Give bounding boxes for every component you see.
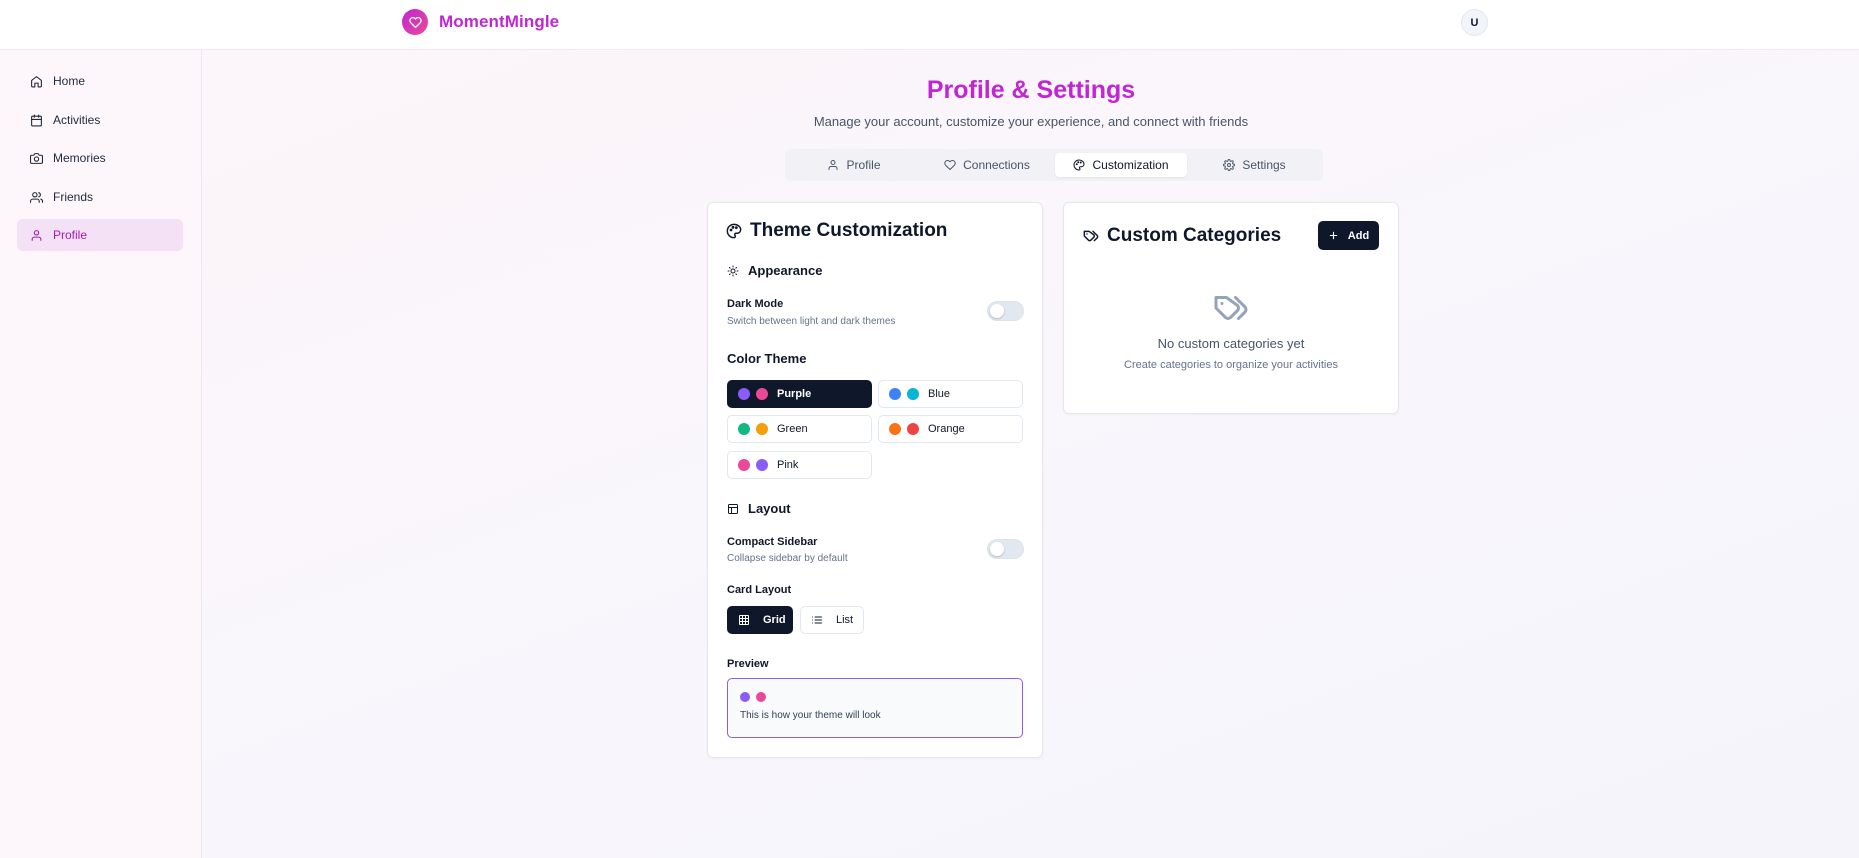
- theme-option-label: Pink: [777, 459, 799, 471]
- tab-label: Connections: [963, 158, 1030, 172]
- appearance-heading-text: Appearance: [748, 263, 823, 278]
- color-swatch: [756, 423, 768, 435]
- theme-option-green[interactable]: Green: [727, 415, 872, 443]
- preview-label: Preview: [727, 658, 769, 670]
- page-title: Profile & Settings: [926, 76, 1136, 104]
- add-button-label: Add: [1347, 229, 1370, 242]
- sidebar-item-label: Friends: [53, 190, 94, 204]
- tab-settings[interactable]: Settings: [1190, 153, 1319, 177]
- color-swatch: [756, 388, 768, 400]
- theme-option-pink[interactable]: Pink: [727, 451, 872, 479]
- user-icon: [828, 160, 838, 170]
- color-swatch: [889, 423, 901, 435]
- brand[interactable]: MomentMingle: [402, 9, 559, 35]
- main-content: Profile & Settings Manage your account, …: [203, 51, 1859, 858]
- tab-label: Customization: [1092, 158, 1169, 172]
- theme-option-label: Green: [777, 423, 808, 435]
- compact-sidebar-toggle[interactable]: [987, 539, 1024, 559]
- sidebar-item-label: Activities: [53, 113, 101, 127]
- empty-state-description: Create categories to organize your activ…: [1124, 359, 1338, 371]
- home-icon: [31, 75, 42, 87]
- palette-icon: [726, 223, 742, 239]
- layout-list-button[interactable]: List: [800, 606, 864, 634]
- color-swatch: [738, 423, 750, 435]
- sidebar-item-profile[interactable]: Profile: [17, 219, 183, 251]
- plus-icon: [1329, 231, 1338, 240]
- preview-dot: [756, 692, 766, 702]
- theme-option-label: Purple: [777, 388, 812, 400]
- tab-label: Profile: [846, 158, 881, 172]
- theme-option-purple[interactable]: Purple: [727, 380, 872, 408]
- user-avatar[interactable]: U: [1461, 9, 1488, 36]
- sidebar: Home Activities Memories Friends Profile: [0, 50, 202, 858]
- preview-text: This is how your theme will look: [740, 710, 881, 721]
- app-name: MomentMingle: [439, 12, 560, 31]
- theme-card-title-text: Theme Customization: [750, 220, 948, 241]
- sidebar-item-label: Profile: [53, 228, 88, 242]
- add-category-button[interactable]: Add: [1318, 221, 1379, 250]
- heart-icon: [944, 159, 956, 170]
- tab-customization[interactable]: Customization: [1055, 153, 1187, 177]
- theme-option-orange[interactable]: Orange: [878, 415, 1023, 443]
- layout-icon: [728, 503, 738, 514]
- tab-profile[interactable]: Profile: [789, 153, 919, 177]
- custom-categories-card: Custom Categories Add No custom categori…: [1063, 202, 1399, 414]
- users-icon: [30, 191, 43, 203]
- tags-empty-icon: [1214, 296, 1248, 320]
- tags-icon: [1083, 230, 1099, 242]
- theme-customization-card: Theme Customization Appearance Dark Mode…: [707, 202, 1043, 758]
- color-swatch: [756, 459, 768, 471]
- sidebar-item-label: Memories: [53, 151, 106, 165]
- list-icon: [812, 616, 822, 624]
- user-icon: [31, 229, 42, 241]
- color-swatch: [907, 423, 919, 435]
- sidebar-item-label: Home: [53, 74, 86, 88]
- gear-icon: [1223, 159, 1236, 171]
- theme-option-label: Orange: [928, 423, 965, 435]
- tab-label: Settings: [1242, 158, 1286, 172]
- compact-sidebar-description: Collapse sidebar by default: [727, 553, 848, 564]
- sidebar-item-friends[interactable]: Friends: [17, 181, 183, 213]
- layout-heading-text: Layout: [748, 501, 791, 516]
- sidebar-item-memories[interactable]: Memories: [17, 142, 183, 174]
- dark-mode-label: Dark Mode: [727, 298, 784, 310]
- layout-grid-button[interactable]: Grid: [727, 606, 793, 634]
- sidebar-item-activities[interactable]: Activities: [17, 104, 183, 136]
- calendar-icon: [31, 114, 42, 126]
- appearance-heading: Appearance: [727, 263, 822, 278]
- settings-tabs: Profile Connections Customization Settin…: [785, 149, 1323, 181]
- tab-connections[interactable]: Connections: [922, 153, 1052, 177]
- palette-icon: [1074, 159, 1085, 171]
- layout-list-label: List: [836, 614, 854, 626]
- preview-dot: [740, 692, 750, 702]
- grid-icon: [739, 615, 749, 625]
- card-layout-label: Card Layout: [727, 584, 792, 596]
- color-swatch: [907, 388, 919, 400]
- theme-option-label: Blue: [928, 388, 951, 400]
- empty-state-title: No custom categories yet: [1157, 336, 1305, 351]
- theme-option-blue[interactable]: Blue: [878, 380, 1023, 408]
- sidebar-item-home[interactable]: Home: [17, 65, 183, 97]
- color-swatch: [889, 388, 901, 400]
- color-theme-heading: Color Theme: [727, 351, 807, 366]
- categories-card-title-text: Custom Categories: [1107, 225, 1282, 246]
- color-swatch: [738, 388, 750, 400]
- toggle-knob: [990, 304, 1004, 318]
- theme-preview: This is how your theme will look: [727, 678, 1023, 738]
- toggle-knob: [990, 542, 1004, 556]
- dark-mode-description: Switch between light and dark themes: [727, 316, 896, 327]
- heart-logo-icon: [402, 9, 428, 35]
- layout-heading: Layout: [727, 501, 791, 516]
- theme-card-title: Theme Customization: [726, 220, 947, 242]
- camera-icon: [30, 152, 43, 164]
- layout-grid-label: Grid: [763, 614, 786, 626]
- color-swatch: [738, 459, 750, 471]
- sun-icon: [727, 265, 739, 276]
- compact-sidebar-label: Compact Sidebar: [727, 536, 818, 548]
- top-bar: MomentMingle U: [0, 0, 1859, 50]
- categories-card-title: Custom Categories: [1083, 225, 1281, 247]
- dark-mode-toggle[interactable]: [987, 301, 1024, 321]
- page-subtitle: Manage your account, customize your expe…: [813, 114, 1249, 129]
